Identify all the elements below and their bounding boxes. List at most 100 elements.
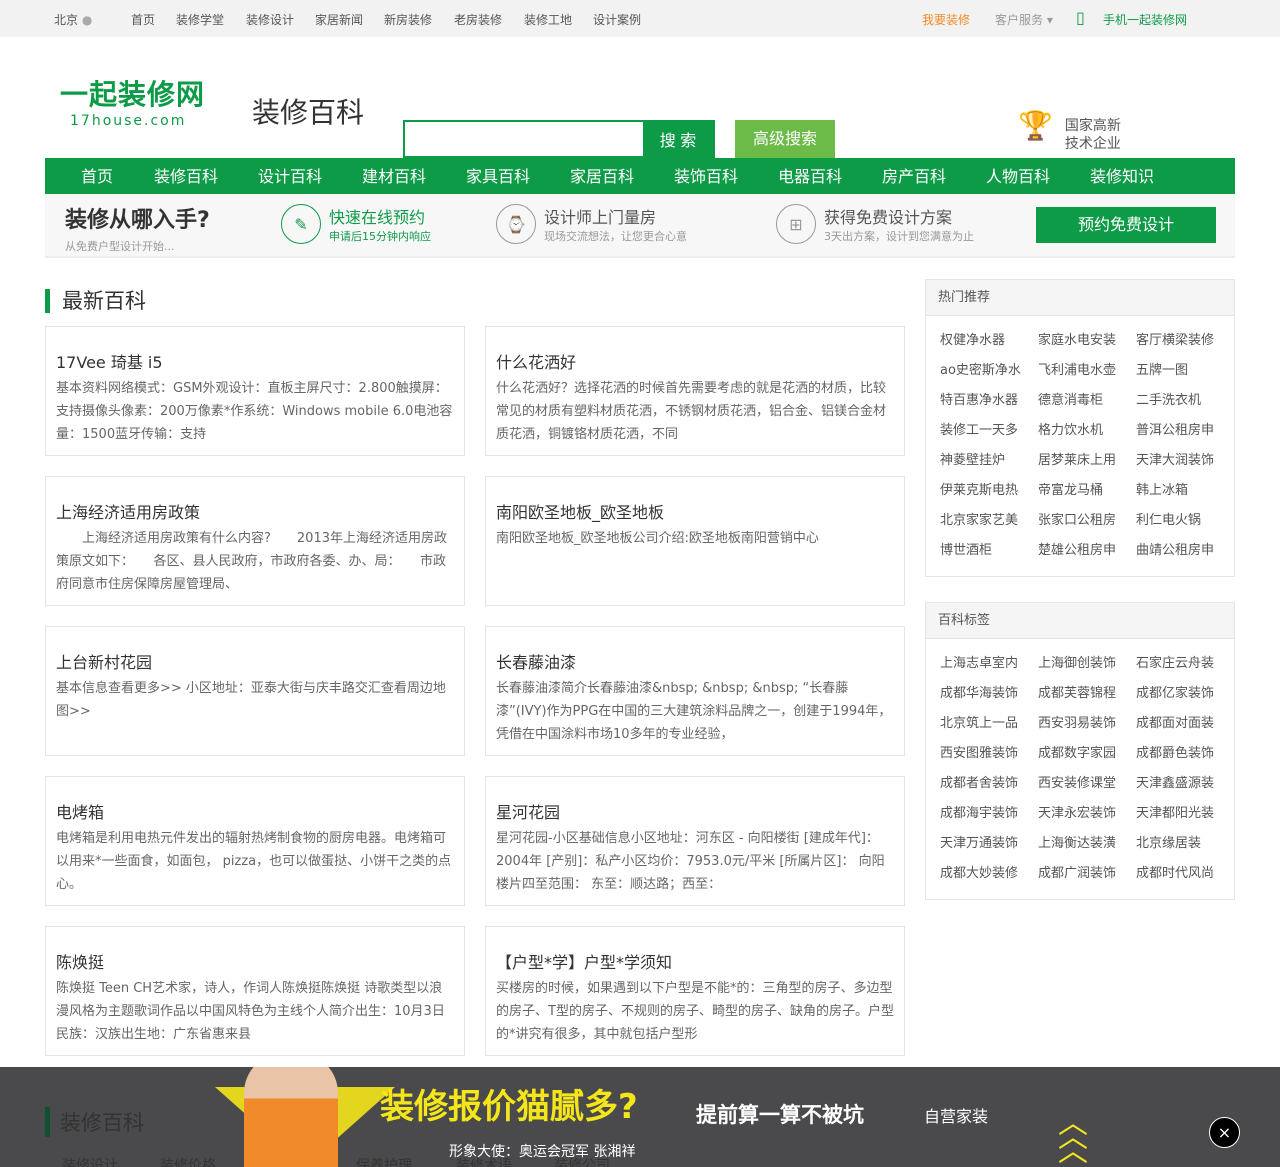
top-link[interactable]: 家居新闻: [315, 11, 363, 28]
search-button[interactable]: 搜 索: [643, 122, 713, 156]
step-design-plan[interactable]: ⊞ 获得免费设计方案 3天出方案，设计到您满意为止: [776, 204, 974, 244]
tags-link[interactable]: 上海御创装饰: [1038, 649, 1136, 679]
article-title[interactable]: 南阳欧圣地板_欧圣地板: [496, 499, 894, 523]
hot-link[interactable]: 五牌一图: [1136, 356, 1234, 386]
hot-link[interactable]: 楚雄公租房申: [1038, 536, 1136, 566]
tags-link[interactable]: 成都广润装饰: [1038, 859, 1136, 889]
tags-link[interactable]: 西安装修课堂: [1038, 769, 1136, 799]
top-link[interactable]: 装修学堂: [176, 11, 224, 28]
bottom-tab[interactable]: 装修价格: [160, 1155, 216, 1167]
top-link[interactable]: 设计案例: [593, 11, 641, 28]
top-link[interactable]: 装修工地: [524, 11, 572, 28]
article-card[interactable]: 什么花洒好 什么花洒好？选择花洒的时候首先需要考虑的就是花洒的材质，比较常见的材质…: [485, 326, 905, 456]
hot-link[interactable]: 帝富龙马桶: [1038, 476, 1136, 506]
city-selector[interactable]: 北京 ●: [54, 11, 92, 28]
hot-link[interactable]: 伊莱克斯电热: [940, 476, 1038, 506]
tags-link[interactable]: 石家庄云舟装: [1136, 649, 1234, 679]
article-card[interactable]: 电烤箱 电烤箱是利用电热元件发出的辐射热烤制食物的厨房电器。电烤箱可以用来*一些面…: [45, 776, 465, 906]
tags-link[interactable]: 成都海宇装饰: [940, 799, 1038, 829]
tags-link[interactable]: 天津都阳光装: [1136, 799, 1234, 829]
top-link[interactable]: 新房装修: [384, 11, 432, 28]
mobile-site-link[interactable]: 手机一起装修网: [1103, 11, 1187, 28]
tags-link[interactable]: 成都时代风尚: [1136, 859, 1234, 889]
tags-link[interactable]: 成都数字家园: [1038, 739, 1136, 769]
hot-link[interactable]: 客厅横梁装修: [1136, 326, 1234, 356]
tags-link[interactable]: 成都芙蓉锦程: [1038, 679, 1136, 709]
top-link[interactable]: 老房装修: [454, 11, 502, 28]
hot-link[interactable]: 特百惠净水器: [940, 386, 1038, 416]
top-link[interactable]: 装修设计: [246, 11, 294, 28]
article-title[interactable]: 电烤箱: [56, 799, 454, 823]
tags-link[interactable]: 天津万通装饰: [940, 829, 1038, 859]
hot-link[interactable]: 天津大润装饰: [1136, 446, 1234, 476]
hot-link[interactable]: 韩上冰箱: [1136, 476, 1234, 506]
hot-link[interactable]: 飞利浦电水壶: [1038, 356, 1136, 386]
nav-item[interactable]: 首页: [60, 158, 134, 194]
nav-item[interactable]: 装修知识: [1070, 158, 1174, 194]
article-card[interactable]: 长春藤油漆 长春藤油漆简介长春藤油漆&nbsp; &nbsp; &nbsp; “长…: [485, 626, 905, 756]
hot-link[interactable]: 权健净水器: [940, 326, 1038, 356]
customer-service-menu[interactable]: 客户服务 ▾: [995, 11, 1053, 28]
hot-link[interactable]: 利仁电火锅: [1136, 506, 1234, 536]
hot-link[interactable]: 家庭水电安装: [1038, 326, 1136, 356]
nav-item[interactable]: 房产百科: [862, 158, 966, 194]
article-card[interactable]: 17Vee 琦基 i5 基本资料网络模式：GSM外观设计：直板主屏尺寸：2.800…: [45, 326, 465, 456]
article-card[interactable]: 陈焕挺 陈焕挺 Teen CH艺术家，诗人，作词人陈焕挺陈焕挺 诗歌类型以浪漫风格…: [45, 926, 465, 1056]
tags-link[interactable]: 天津鑫盛源装: [1136, 769, 1234, 799]
tags-link[interactable]: 上海志卓室内: [940, 649, 1038, 679]
tags-link[interactable]: 西安图雅装饰: [940, 739, 1038, 769]
ad-banner[interactable]: 装修百科 装修设计 装修价格 保养护理 装修术语 装修公司 装修报价猫腻多? 提…: [0, 1067, 1280, 1167]
step-measure[interactable]: ⌚ 设计师上门量房 现场交流想法，让您更合心意: [496, 204, 687, 244]
tags-link[interactable]: 天津永宏装饰: [1038, 799, 1136, 829]
nav-item[interactable]: 设计百科: [238, 158, 342, 194]
article-title[interactable]: 陈焕挺: [56, 949, 454, 973]
article-title[interactable]: 长春藤油漆: [496, 649, 894, 673]
hot-link[interactable]: 北京家家艺美: [940, 506, 1038, 536]
free-design-button[interactable]: 预约免费设计: [1036, 207, 1216, 243]
article-title[interactable]: 上海经济适用房政策: [56, 499, 454, 523]
tags-link[interactable]: 成都爵色装饰: [1136, 739, 1234, 769]
hot-link[interactable]: 博世酒柜: [940, 536, 1038, 566]
advanced-search-button[interactable]: 高级搜索: [735, 120, 835, 158]
hot-link[interactable]: 居梦莱床上用: [1038, 446, 1136, 476]
hot-link[interactable]: 张家口公租房: [1038, 506, 1136, 536]
article-title[interactable]: 星河花园: [496, 799, 894, 823]
tags-link[interactable]: 北京筑上一品: [940, 709, 1038, 739]
nav-item[interactable]: 家居百科: [550, 158, 654, 194]
close-ad-button[interactable]: ×: [1209, 1117, 1240, 1148]
hot-link[interactable]: 普洱公租房申: [1136, 416, 1234, 446]
tags-link[interactable]: 西安羽易装饰: [1038, 709, 1136, 739]
nav-item[interactable]: 建材百科: [342, 158, 446, 194]
hot-link[interactable]: 神菱壁挂炉: [940, 446, 1038, 476]
article-card[interactable]: 星河花园 星河花园-小区基础信息小区地址：河东区 - 向阳楼街 [建成年代]：20…: [485, 776, 905, 906]
tags-link[interactable]: 成都者舍装饰: [940, 769, 1038, 799]
search-input[interactable]: [405, 122, 643, 156]
tags-link[interactable]: 上海衡达装潢: [1038, 829, 1136, 859]
hot-link[interactable]: 二手洗衣机: [1136, 386, 1234, 416]
hot-link[interactable]: 装修工一天多: [940, 416, 1038, 446]
tags-link[interactable]: 成都大妙装修: [940, 859, 1038, 889]
nav-item[interactable]: 电器百科: [758, 158, 862, 194]
site-logo[interactable]: 一起装修网 17house.com: [60, 73, 205, 129]
tags-link[interactable]: 北京缘居装: [1136, 829, 1234, 859]
hot-link[interactable]: ao史密斯净水: [940, 356, 1038, 386]
article-card[interactable]: 【户型*学】户型*学须知 买楼房的时候，如果遇到以下户型是不能*的：三角型的房子、…: [485, 926, 905, 1056]
article-card[interactable]: 上海经济适用房政策 上海经济适用房政策有什么内容? 2013年上海经济适用房政策…: [45, 476, 465, 606]
article-card[interactable]: 南阳欧圣地板_欧圣地板 南阳欧圣地板_欧圣地板公司介绍:欧圣地板南阳营销中心: [485, 476, 905, 606]
tags-link[interactable]: 成都面对面装: [1136, 709, 1234, 739]
nav-item[interactable]: 装修百科: [134, 158, 238, 194]
hot-link[interactable]: 曲靖公租房申: [1136, 536, 1234, 566]
article-card[interactable]: 上台新村花园 基本信息查看更多>> 小区地址：亚泰大街与庆丰路交汇查看周边地图>>: [45, 626, 465, 756]
hot-link[interactable]: 格力饮水机: [1038, 416, 1136, 446]
top-link[interactable]: 首页: [131, 11, 155, 28]
article-title[interactable]: 上台新村花园: [56, 649, 454, 673]
nav-item[interactable]: 人物百科: [966, 158, 1070, 194]
hot-link[interactable]: 德意消毒柜: [1038, 386, 1136, 416]
article-title[interactable]: 17Vee 琦基 i5: [56, 349, 454, 373]
article-title[interactable]: 什么花洒好: [496, 349, 894, 373]
tags-link[interactable]: 成都亿家装饰: [1136, 679, 1234, 709]
nav-item[interactable]: 装饰百科: [654, 158, 758, 194]
want-decorate-link[interactable]: 我要装修: [922, 11, 970, 28]
nav-item[interactable]: 家具百科: [446, 158, 550, 194]
step-online-booking[interactable]: ✎ 快速在线预约 申请后15分钟内响应: [281, 204, 431, 244]
